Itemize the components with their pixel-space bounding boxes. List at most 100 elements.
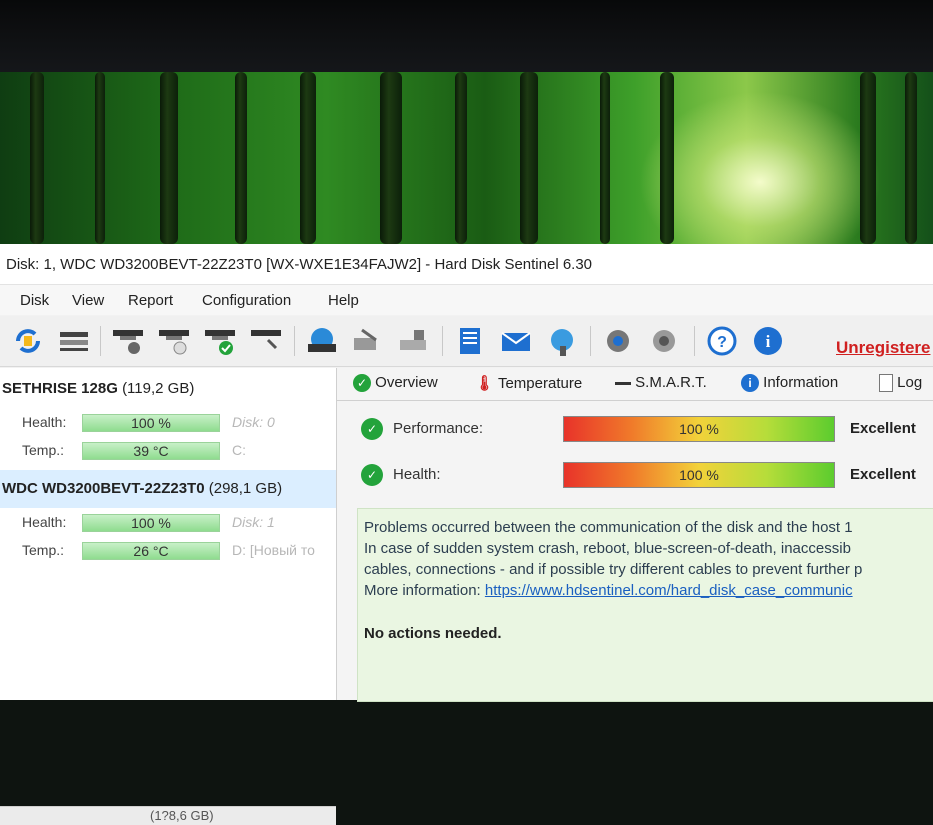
performance-gauge: 100 % — [563, 416, 835, 442]
tab-overview[interactable]: ✓ Overview — [353, 374, 438, 393]
app-window: Disk: 1, WDC WD3200BEVT-22Z23T0 [WX-WXE1… — [0, 244, 933, 825]
disk-schedule-icon[interactable] — [158, 326, 190, 356]
check-icon: ✓ — [353, 374, 371, 393]
toolbar-separator — [442, 326, 443, 356]
message-line: Problems occurred between the communicat… — [364, 519, 853, 536]
disk-entry-1[interactable]: Health: 100 % Disk: 1 Temp.: 26 °C D: [Н… — [0, 508, 336, 568]
partition-strip: (1?8,6 GB) — [0, 806, 336, 825]
bamboo-trunk — [30, 72, 44, 244]
performance-label: Performance: — [393, 420, 484, 437]
help-icon[interactable]: ? — [706, 326, 738, 356]
info-icon: i — [741, 374, 759, 393]
more-info-line: More information: https://www.hdsentinel… — [364, 582, 853, 599]
temp-bar: 39 °C — [82, 442, 220, 460]
tab-label: S.M.A.R.T. — [635, 374, 707, 391]
tab-label: Information — [763, 374, 839, 391]
temp-label: Temp.: — [22, 442, 65, 458]
bamboo-trunk — [860, 72, 876, 244]
dash-icon — [615, 381, 631, 385]
tab-smart[interactable]: S.M.A.R.T. — [615, 374, 707, 391]
check-icon: ✓ — [361, 418, 383, 440]
actions-text: No actions needed. — [364, 625, 502, 642]
disk-name: SETHRISE 128G — [2, 380, 118, 397]
performance-verdict: Excellent — [850, 420, 916, 437]
health-bar: 100 % — [82, 514, 220, 532]
menu-bar: Disk View Report Configuration Help — [0, 285, 933, 315]
thermometer-icon: 🌡 — [475, 375, 495, 392]
disk-entry-0[interactable]: SETHRISE 128G (119,2 GB) Health: 100 % D… — [0, 368, 336, 466]
more-info-label: More information: — [364, 582, 481, 599]
disk-index: Disk: 0 — [232, 414, 275, 430]
tab-temperature[interactable]: 🌡 Temperature — [475, 374, 582, 392]
toolbar-separator — [694, 326, 695, 356]
health-gauge: 100 % — [563, 462, 835, 488]
partition-size: (1?8,6 GB) — [150, 808, 214, 823]
disk-search-icon[interactable] — [250, 326, 282, 356]
info-icon[interactable]: i — [752, 326, 784, 356]
temp-bar: 26 °C — [82, 542, 220, 560]
bamboo-trunk — [455, 72, 467, 244]
network-icon[interactable] — [546, 326, 578, 356]
report-icon[interactable] — [454, 326, 486, 356]
email-icon[interactable] — [500, 326, 532, 356]
svg-text:i: i — [766, 332, 771, 351]
disk-copy-icon[interactable] — [398, 326, 430, 356]
tab-label: Log — [897, 374, 923, 391]
disk-entry-1-header[interactable]: WDC WD3200BEVT-22Z23T0 (298,1 GB) — [0, 470, 336, 508]
menu-report[interactable]: Report — [128, 292, 173, 309]
disk-list-panel: SETHRISE 128G (119,2 GB) Health: 100 % D… — [0, 368, 337, 825]
tab-bar: ✓ Overview 🌡 Temperature S.M.A.R.T. i In… — [337, 368, 933, 401]
health-bar: 100 % — [82, 414, 220, 432]
monitor-bezel — [0, 0, 933, 72]
menu-view[interactable]: View — [72, 292, 104, 309]
disk-index: Disk: 1 — [232, 514, 275, 530]
more-info-link[interactable]: https://www.hdsentinel.com/hard_disk_cas… — [485, 582, 853, 599]
message-line: cables, connections - and if possible tr… — [364, 561, 863, 578]
health-verdict: Excellent — [850, 466, 916, 483]
unregistered-link[interactable]: Unregistere — [836, 338, 930, 358]
message-line: In case of sudden system crash, reboot, … — [364, 540, 851, 557]
disk-tools-icon[interactable] — [352, 326, 384, 356]
menu-disk[interactable]: Disk — [20, 292, 49, 309]
toolbar-separator — [590, 326, 591, 356]
temp-label: Temp.: — [22, 542, 65, 558]
document-icon — [879, 374, 893, 393]
check-icon: ✓ — [361, 464, 383, 486]
disk-size: (119,2 GB) — [122, 380, 195, 397]
bamboo-trunk — [95, 72, 105, 244]
desktop-wallpaper-bamboo — [0, 72, 933, 244]
sound-icon[interactable] — [648, 326, 680, 356]
disk-list-icon[interactable] — [58, 326, 90, 356]
refresh-icon[interactable] — [12, 326, 44, 356]
disk-ok-icon[interactable] — [204, 326, 236, 356]
drive-letter: D: [Новый то — [232, 542, 315, 558]
toolbar-separator — [100, 326, 101, 356]
disk-test-icon[interactable] — [112, 326, 144, 356]
tab-label: Overview — [375, 374, 438, 391]
tab-label: Temperature — [497, 375, 583, 392]
bamboo-trunk — [660, 72, 674, 244]
bamboo-trunk — [520, 72, 538, 244]
title-bar[interactable]: Disk: 1, WDC WD3200BEVT-22Z23T0 [WX-WXE1… — [0, 244, 933, 285]
disk-header: WDC WD3200BEVT-22Z23T0 (298,1 GB) — [2, 480, 282, 497]
bamboo-trunk — [905, 72, 917, 244]
menu-configuration[interactable]: Configuration — [202, 292, 291, 309]
status-message-box: Problems occurred between the communicat… — [357, 508, 933, 702]
drive-letter: C: — [232, 442, 246, 458]
bamboo-trunk — [235, 72, 247, 244]
svg-text:?: ? — [717, 334, 727, 351]
bamboo-trunk — [600, 72, 610, 244]
bamboo-trunk — [300, 72, 316, 244]
bamboo-trunk — [160, 72, 178, 244]
disk-header: SETHRISE 128G (119,2 GB) — [2, 380, 194, 397]
toolbar: ? i Unregistere — [0, 316, 933, 367]
window-title: Disk: 1, WDC WD3200BEVT-22Z23T0 [WX-WXE1… — [6, 256, 593, 273]
menu-help[interactable]: Help — [328, 292, 359, 309]
toolbar-separator — [294, 326, 295, 356]
disk-size: (298,1 GB) — [208, 480, 283, 497]
gear-icon[interactable] — [602, 326, 634, 356]
tab-log[interactable]: Log — [879, 374, 923, 393]
surface-scan-icon[interactable] — [306, 326, 338, 356]
tab-information[interactable]: i Information — [741, 374, 839, 393]
health-label: Health: — [393, 466, 441, 483]
